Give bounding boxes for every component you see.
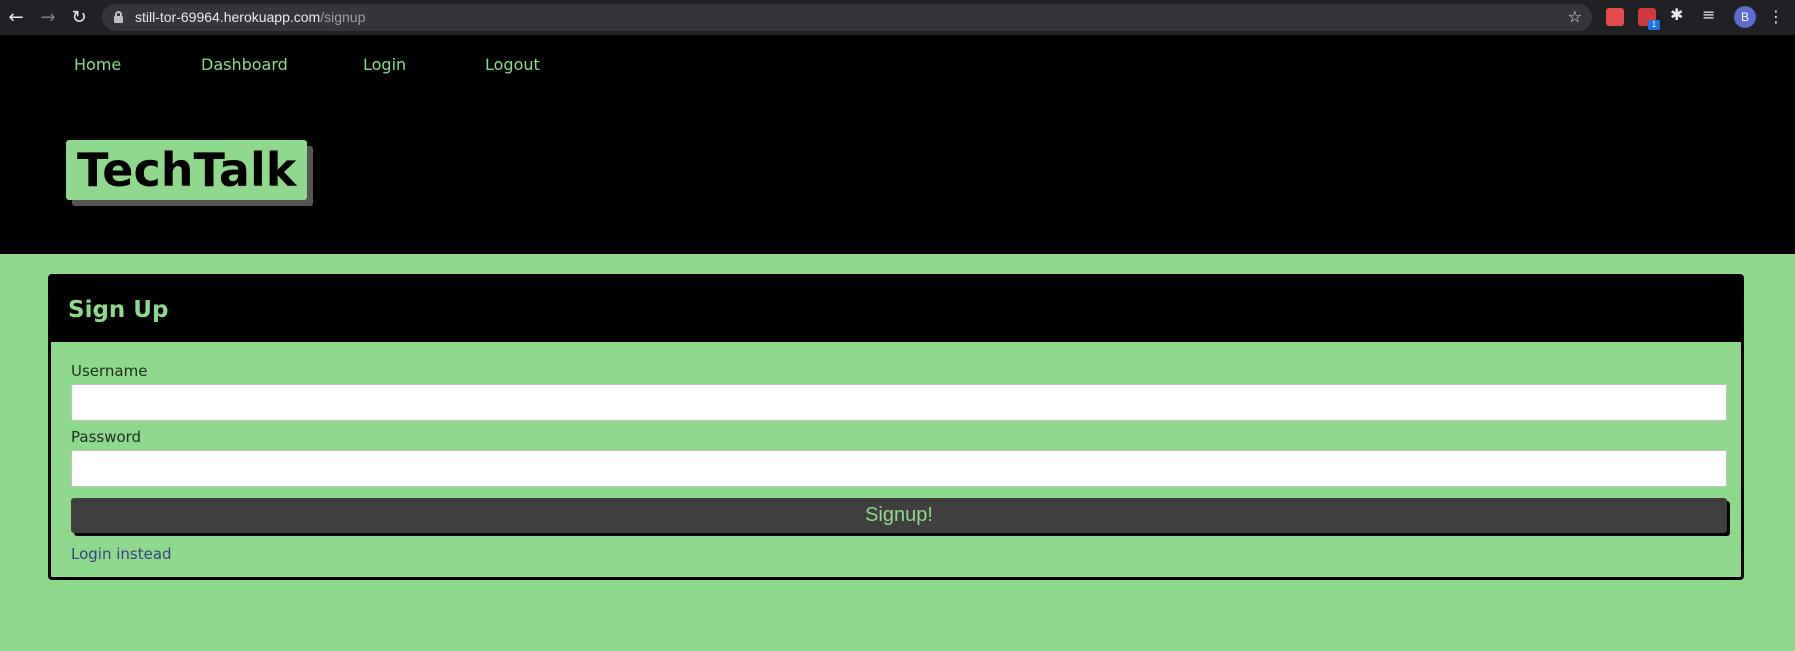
signup-card: Sign Up Username Password Signup! Login … [48, 274, 1744, 580]
password-field[interactable] [71, 450, 1727, 487]
extension-icon[interactable]: 1 [1638, 8, 1660, 30]
site-header: Home Dashboard Login Logout TechTalk [0, 35, 1795, 254]
browser-toolbar: ← → ↻ still-tor-69964.herokuapp.com/sign… [0, 0, 1795, 35]
media-queue-icon[interactable]: ≡ [1702, 5, 1720, 24]
puzzle-icon[interactable]: ✱ [1670, 5, 1688, 24]
reload-icon[interactable]: ↻ [67, 6, 91, 30]
url-path: /signup [320, 9, 366, 25]
nav-link-dashboard[interactable]: Dashboard [201, 55, 288, 74]
username-field[interactable] [71, 384, 1727, 421]
nav-link-logout[interactable]: Logout [485, 55, 540, 74]
nav-link-home[interactable]: Home [74, 55, 121, 74]
login-instead-link[interactable]: Login instead [71, 545, 172, 563]
lock-icon[interactable] [114, 11, 123, 23]
nav-link-login[interactable]: Login [363, 55, 406, 74]
url-host: still-tor-69964.herokuapp.com [135, 9, 321, 25]
extension-icon[interactable] [1606, 8, 1624, 26]
card-header: Sign Up [51, 277, 1741, 342]
username-label: Username [71, 362, 148, 380]
url-text[interactable]: still-tor-69964.herokuapp.com/signup [135, 9, 365, 25]
signup-button[interactable]: Signup! [71, 498, 1727, 533]
star-icon[interactable]: ☆ [1568, 7, 1582, 26]
forward-arrow-icon[interactable]: → [36, 6, 60, 30]
back-arrow-icon[interactable]: ← [4, 6, 28, 30]
page-title: Sign Up [68, 297, 169, 323]
extension-badge: 1 [1648, 20, 1660, 30]
site-logo: TechTalk [66, 140, 308, 200]
password-label: Password [71, 428, 142, 446]
address-bar[interactable]: still-tor-69964.herokuapp.com/signup ☆ [102, 4, 1592, 31]
kebab-menu-icon[interactable]: ⋮ [1768, 6, 1784, 28]
profile-avatar[interactable]: B [1734, 6, 1756, 28]
